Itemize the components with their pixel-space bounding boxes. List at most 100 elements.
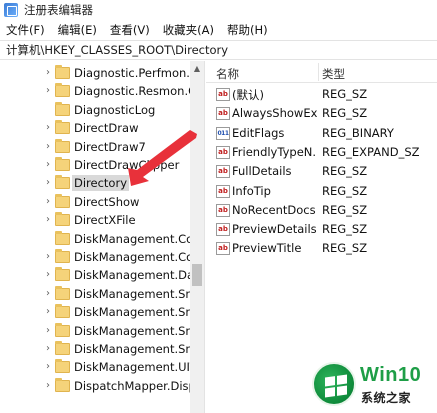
chevron-right-icon[interactable]: › [43,67,53,79]
folder-icon [55,138,70,153]
scroll-up-icon[interactable]: ▲ [190,63,204,75]
tree-item[interactable]: › Diagnostic.Resmon.C [0,82,190,100]
tree-item[interactable]: › Diagnostic.Perfmon.D [0,64,190,82]
chevron-right-icon[interactable]: › [43,343,53,355]
folder-icon [55,377,70,392]
chevron-right-icon[interactable]: › [43,361,53,373]
tree-item-label: DiskManagement.Sna [74,323,190,338]
tree-item-label: DiskManagement.UIT [74,360,190,375]
watermark-subtitle: 系统之家 [361,391,412,405]
value-type: REG_SZ [322,87,368,101]
folder-icon [55,83,70,98]
folder-icon [55,341,70,355]
tree-item[interactable]: › DirectDraw7 [0,138,190,156]
tree-item[interactable]: › DiskManagement.Sna [0,303,190,321]
value-type: REG_SZ [322,222,368,237]
chevron-right-icon[interactable]: › [43,251,53,263]
value-row[interactable]: 011 EditFlags REG_BINARY [206,124,437,143]
tree-item[interactable]: › DirectDrawClipper [0,156,190,174]
scrollbar-thumb[interactable] [192,264,202,286]
value-name: FriendlyTypeN... [232,144,317,159]
value-row[interactable]: ab AlwaysShowExt REG_SZ [206,104,437,123]
value-row[interactable]: ab NoRecentDocs REG_SZ [206,201,437,220]
chevron-right-icon[interactable]: › [43,306,53,318]
menu-view[interactable]: 查看(V) [110,22,150,38]
tree-item[interactable]: › DiskManagement.UIT [0,358,190,376]
chevron-right-icon[interactable]: › [43,325,53,337]
chevron-right-icon[interactable]: › [43,85,53,97]
column-header-type[interactable]: 类型 [322,66,345,82]
ab-string-icon: ab [216,88,230,101]
ab-string-icon: ab [216,165,230,179]
tree-item[interactable]: › DiskManagement.Dat [0,266,190,284]
value-type: REG_SZ [322,183,368,198]
tree-item-label: DirectDrawClipper [74,158,180,172]
title-bar: 注册表编辑器 [0,0,437,20]
chevron-right-icon[interactable]: › [43,269,53,281]
folder-icon [55,267,70,282]
column-divider[interactable] [318,63,319,81]
value-name: EditFlags [232,125,285,140]
folder-icon [55,212,70,227]
menu-favorites[interactable]: 收藏夹(A) [163,22,214,38]
value-name: InfoTip [232,183,271,198]
tree-item-label: Diagnostic.Resmon.C [74,84,190,99]
chevron-right-icon[interactable]: › [43,380,53,392]
chevron-right-icon[interactable]: › [43,196,53,208]
tree-item[interactable]: DiagnosticLog [0,101,190,119]
tree-item[interactable]: › DirectXFile [0,211,190,229]
chevron-right-icon[interactable]: › [43,122,53,134]
menu-file[interactable]: 文件(F) [6,22,45,38]
value-row[interactable]: ab FullDetails REG_SZ [206,162,437,181]
tree-item[interactable]: › DirectDraw [0,119,190,137]
chevron-right-icon[interactable]: › [43,177,53,189]
list-header: 名称 类型 [206,61,437,83]
ab-string-icon: ab [216,145,230,159]
tree-item-label: DirectShow [74,194,140,209]
tree-item-label: DiskManagement.Sna [74,286,190,301]
tree-item[interactable]: › Directory [0,174,190,192]
menu-edit[interactable]: 编辑(E) [58,22,97,38]
address-bar[interactable]: 计算机\HKEY_CLASSES_ROOT\Directory [0,40,437,60]
folder-icon [55,249,70,263]
tree-item-label: Directory [72,175,130,192]
chevron-right-icon[interactable]: › [43,141,53,153]
column-header-name[interactable]: 名称 [216,66,239,82]
ab-string-icon: ab [216,242,230,256]
tree-item[interactable]: › DirectShow [0,193,190,211]
folder-icon [55,285,70,300]
tree-item-label: Diagnostic.Perfmon.D [74,66,190,80]
address-path: 计算机\HKEY_CLASSES_ROOT\Directory [6,43,229,57]
tree-item[interactable]: DiskManagement.Cor [0,230,190,248]
folder-icon [55,193,70,208]
tree-item[interactable]: › DiskManagement.Cor [0,248,190,266]
value-type: REG_SZ [322,106,368,121]
value-type: REG_BINARY [322,125,394,140]
tree-item[interactable]: › DiskManagement.Sna [0,322,190,340]
value-row[interactable]: ab PreviewDetails REG_SZ [206,220,437,239]
value-name: PreviewTitle [232,241,302,256]
tree-item[interactable]: › DiskManagement.Sna [0,340,190,358]
ab-string-icon: ab [216,184,230,198]
folder-icon [55,120,70,135]
folder-icon [55,65,70,79]
tree-item[interactable]: › DispatchMapper.Disp [0,377,190,395]
tree-item-label: DiskManagement.Sna [74,305,190,320]
value-name: (默认) [232,88,264,102]
tree-item[interactable]: › DiskManagement.Sna [0,285,190,303]
tree-item-label: DiskManagement.Cor [74,250,190,264]
chevron-right-icon[interactable]: › [43,288,53,300]
chevron-right-icon[interactable]: › [43,214,53,226]
menu-help[interactable]: 帮助(H) [227,22,268,38]
tree-item-label: DirectXFile [74,213,136,228]
value-type: REG_SZ [322,164,368,179]
value-row[interactable]: ab PreviewTitle REG_SZ [206,239,437,258]
windows-logo-icon [325,374,347,398]
value-row[interactable]: ab InfoTip REG_SZ [206,182,437,201]
folder-icon [55,101,70,116]
tree-scrollbar[interactable]: ▲ [190,61,204,413]
chevron-right-icon[interactable]: › [43,159,53,171]
tree-item-label: DiskManagement.Cor [74,231,190,246]
value-row[interactable]: ab FriendlyTypeN... REG_EXPAND_SZ [206,143,437,162]
value-row[interactable]: ab (默认) REG_SZ [206,85,437,104]
